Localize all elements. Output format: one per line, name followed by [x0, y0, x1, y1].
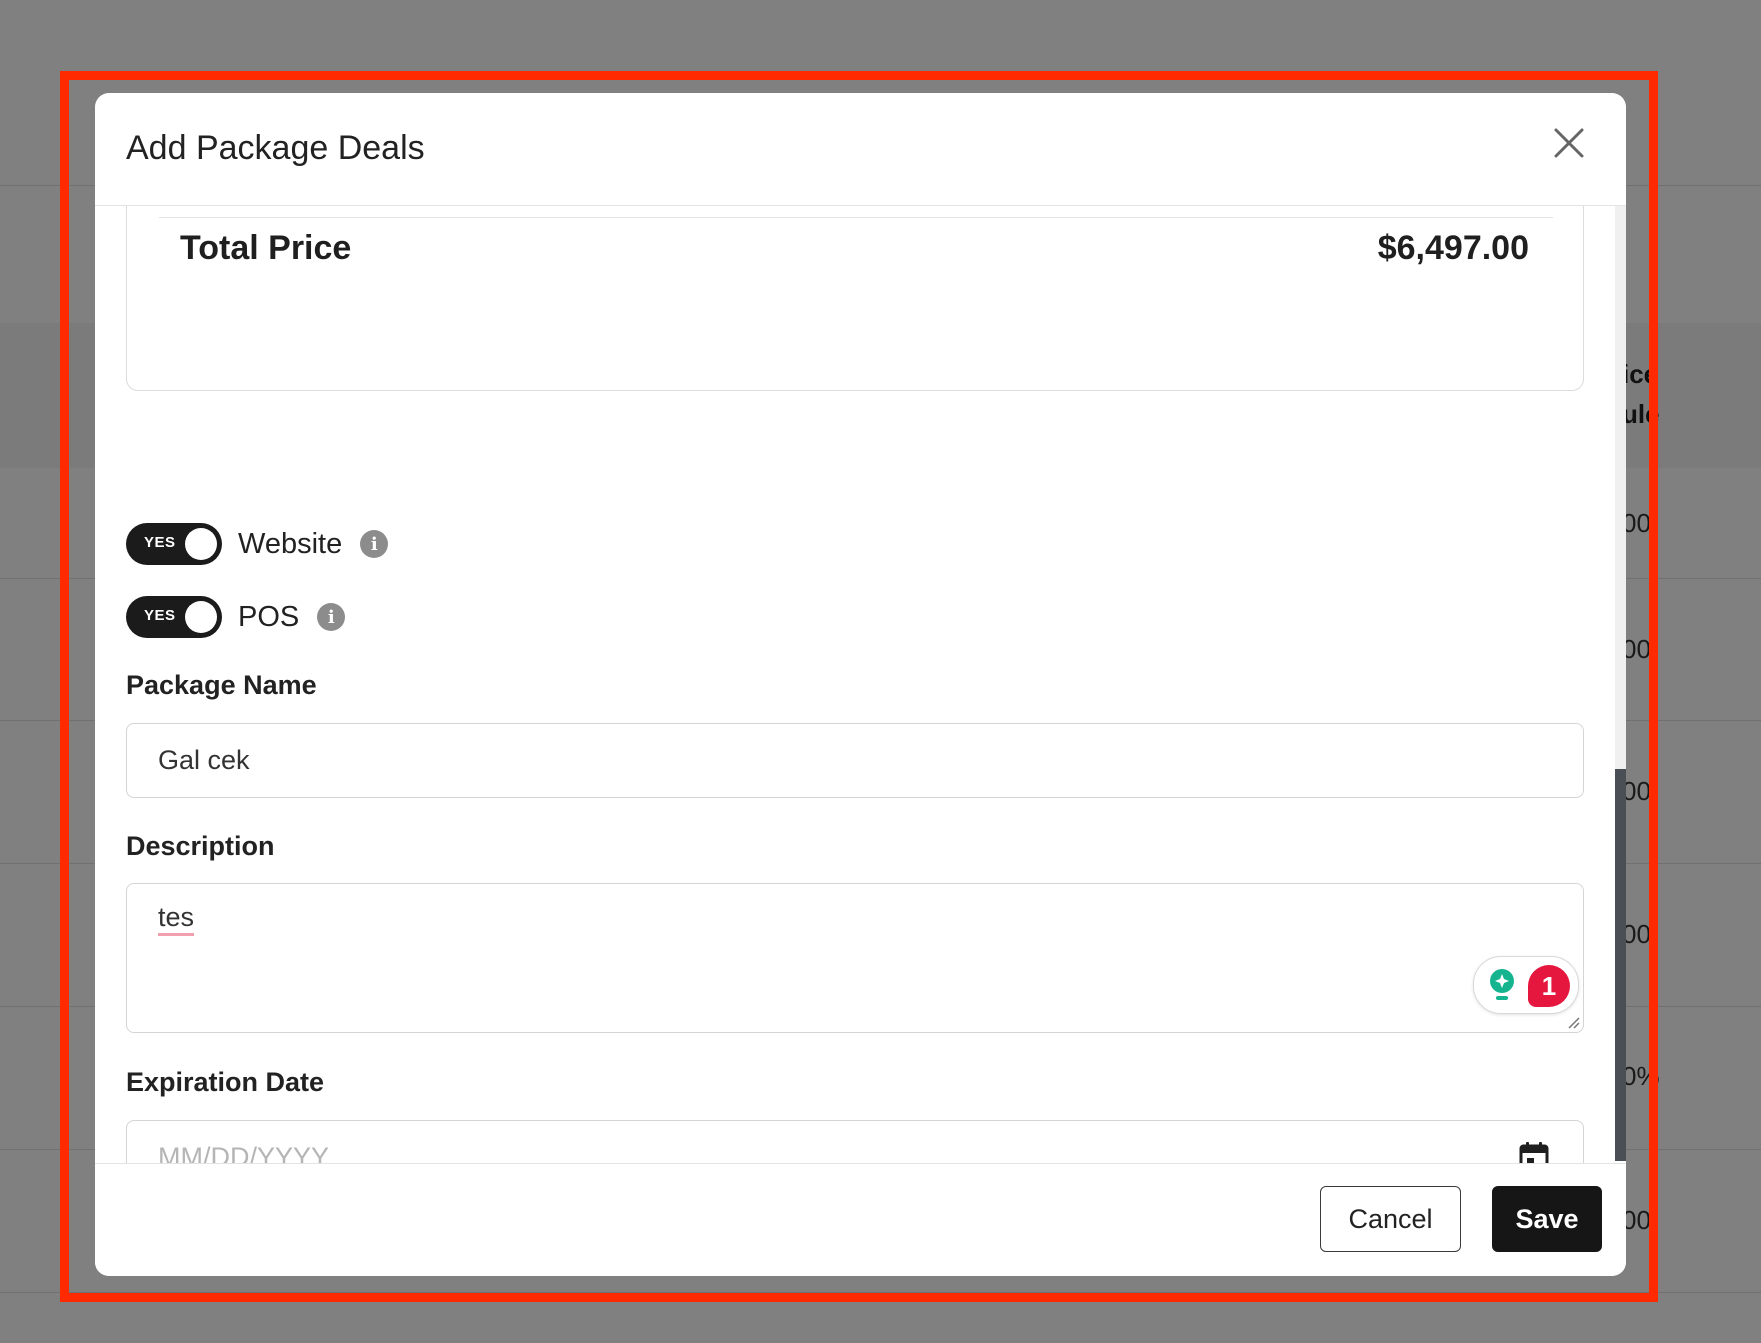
package-name-input[interactable]	[126, 723, 1584, 798]
toggle-state-text: YES	[144, 534, 176, 551]
info-icon[interactable]: i	[360, 530, 389, 558]
grammarly-bulb-icon	[1490, 969, 1514, 1000]
description-label: Description	[126, 831, 275, 861]
grammarly-widget[interactable]: 1	[1473, 956, 1579, 1014]
modal-footer: Cancel Save	[95, 1163, 1626, 1276]
close-button[interactable]	[1551, 125, 1587, 161]
close-icon	[1554, 128, 1584, 158]
modal-title: Add Package Deals	[126, 129, 425, 167]
scrollbar-thumb[interactable]	[1615, 769, 1626, 1161]
resize-handle-icon[interactable]	[1564, 1013, 1580, 1029]
pos-toggle-label: POS	[238, 600, 300, 633]
toggle-knob	[185, 601, 217, 633]
save-button[interactable]: Save	[1492, 1186, 1602, 1252]
pos-toggle[interactable]: YES	[126, 596, 222, 638]
modal-header: Add Package Deals	[95, 93, 1626, 206]
website-toggle[interactable]: YES	[126, 523, 222, 565]
package-name-label: Package Name	[126, 670, 317, 700]
toggle-state-text: YES	[144, 607, 176, 624]
summary-divider	[159, 217, 1553, 218]
total-price-value: $6,497.00	[1377, 229, 1529, 267]
grammarly-issue-badge: 1	[1528, 965, 1570, 1007]
website-toggle-row: YES Website i	[126, 523, 389, 565]
pos-toggle-row: YES POS i	[126, 596, 346, 638]
add-package-deals-modal: Add Package Deals Total Price $6,497.00 …	[95, 93, 1626, 1276]
website-toggle-label: Website	[238, 527, 343, 560]
info-icon[interactable]: i	[317, 603, 346, 631]
price-summary-card: Total Price $6,497.00	[126, 206, 1584, 391]
modal-body[interactable]: Total Price $6,497.00 YES Website i YES …	[95, 206, 1614, 1257]
toggle-knob	[185, 528, 217, 560]
cancel-button[interactable]: Cancel	[1320, 1186, 1461, 1252]
total-price-label: Total Price	[180, 229, 352, 267]
expiration-date-label: Expiration Date	[126, 1067, 325, 1097]
description-textarea[interactable]: tes 1	[126, 883, 1584, 1033]
description-text: tes	[158, 902, 195, 936]
